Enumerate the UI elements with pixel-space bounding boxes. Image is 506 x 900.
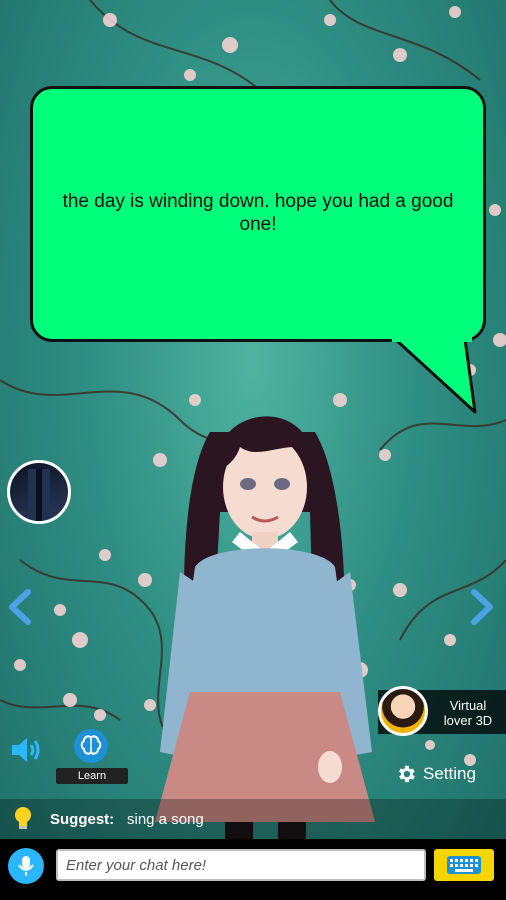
app-screen: the day is winding down. hope you had a … bbox=[0, 0, 506, 900]
character-select-avatar[interactable] bbox=[7, 460, 71, 524]
suggestion-text[interactable]: sing a song bbox=[127, 811, 204, 828]
virtual-lover-avatar[interactable] bbox=[378, 686, 428, 736]
microphone-button[interactable] bbox=[8, 848, 44, 884]
previous-button[interactable] bbox=[4, 588, 38, 626]
learn-button[interactable] bbox=[74, 729, 108, 763]
learn-label[interactable]: Learn bbox=[56, 768, 128, 784]
setting-label: Setting bbox=[423, 764, 476, 783]
next-button[interactable] bbox=[464, 588, 498, 626]
gear-icon bbox=[399, 765, 415, 783]
setting-button[interactable]: Setting bbox=[395, 763, 476, 785]
lightbulb-icon bbox=[15, 807, 31, 829]
microphone-icon bbox=[18, 856, 34, 876]
keyboard-button[interactable] bbox=[434, 849, 494, 881]
speech-bubble-text: the day is winding down. hope you had a … bbox=[62, 191, 454, 235]
suggest-label: Suggest: bbox=[50, 811, 115, 828]
chat-input[interactable] bbox=[56, 849, 426, 881]
speech-bubble: the day is winding down. hope you had a … bbox=[30, 86, 486, 342]
chevron-left-icon bbox=[9, 589, 31, 625]
virtual-lover-label-line1: Virtual bbox=[449, 698, 487, 713]
virtual-lover-label[interactable]: Virtual lover 3D bbox=[432, 698, 504, 728]
speech-bubble-tail bbox=[392, 336, 477, 414]
brain-icon bbox=[80, 735, 102, 755]
avatar-image bbox=[28, 469, 50, 521]
virtual-lover-label-line2: lover 3D bbox=[443, 713, 493, 728]
chevron-right-icon bbox=[471, 589, 493, 625]
speaker-icon[interactable] bbox=[10, 735, 46, 765]
keyboard-icon bbox=[447, 856, 481, 874]
